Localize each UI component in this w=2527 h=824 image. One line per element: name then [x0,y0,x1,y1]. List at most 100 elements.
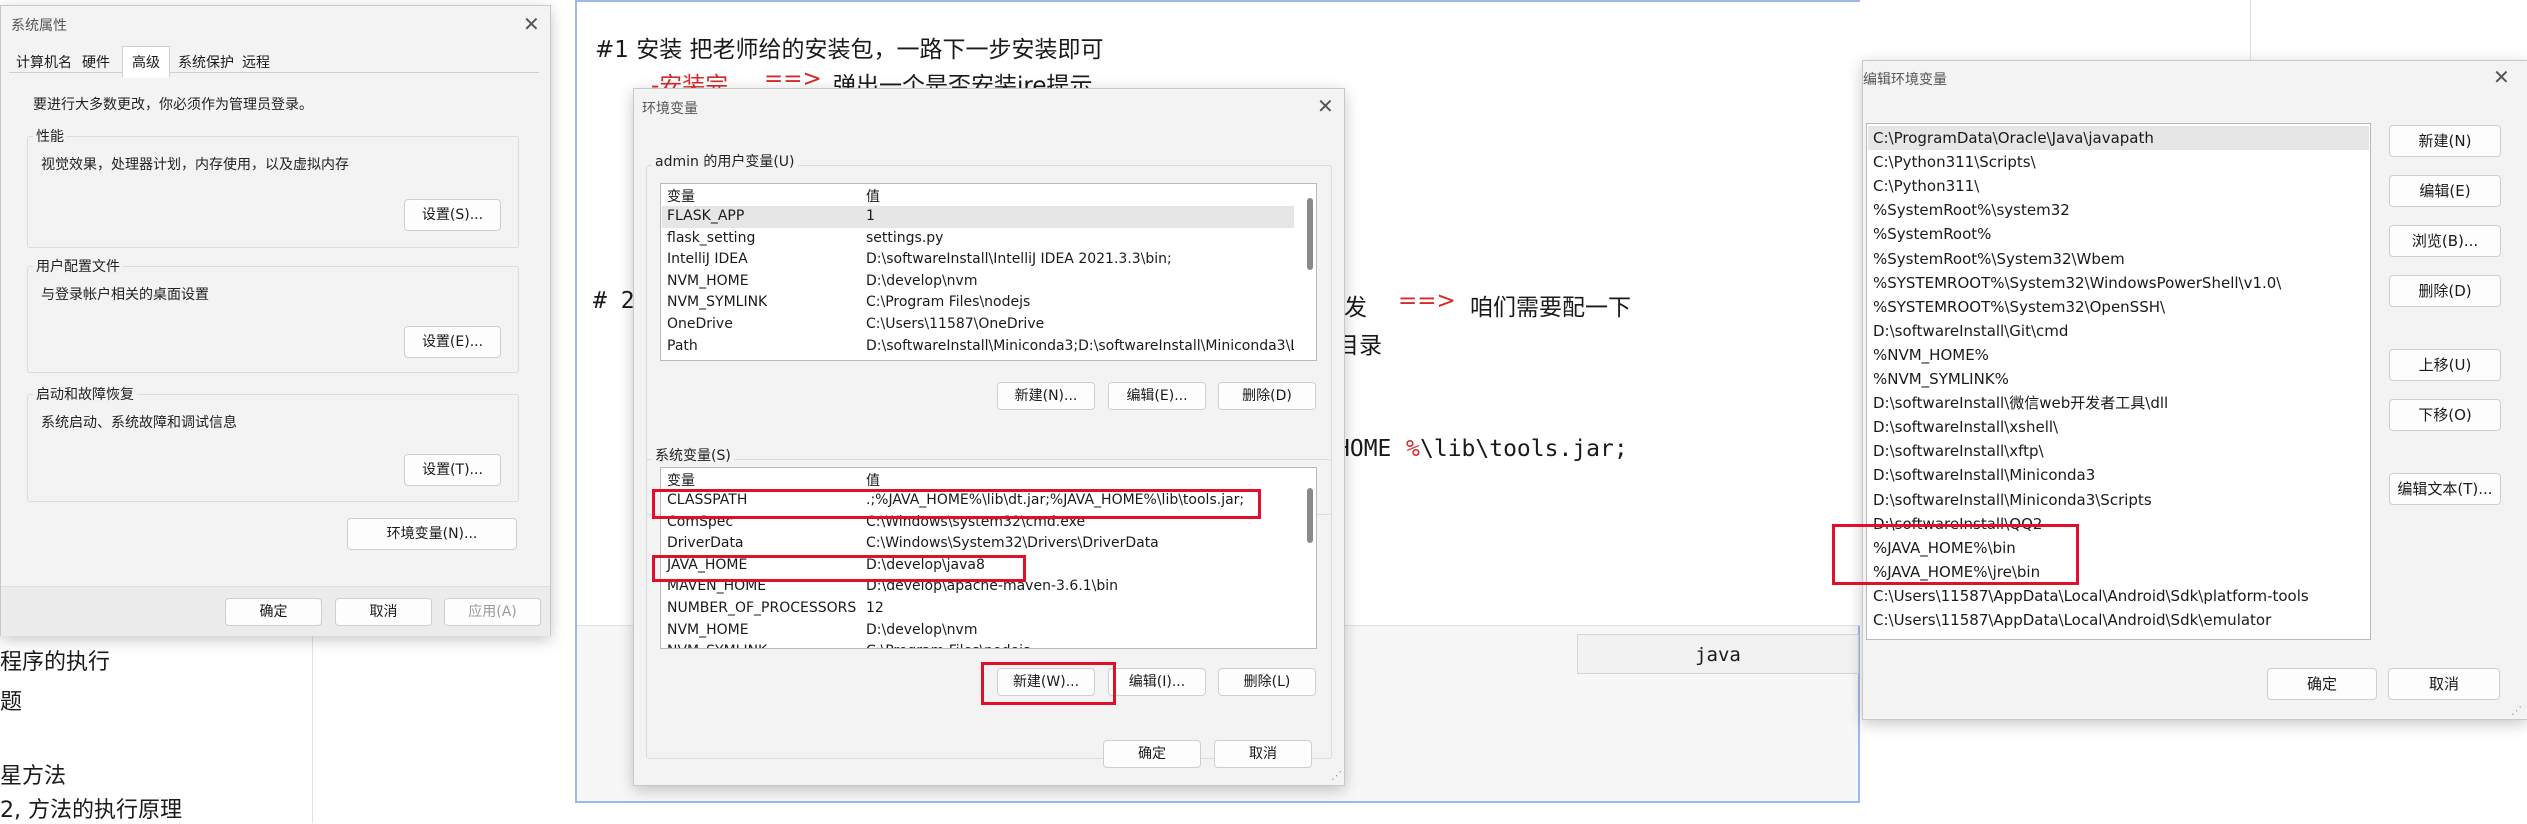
user-list-scrollbar[interactable] [1307,198,1313,270]
variable-name: NUMBER_OF_PROCESSORS [667,600,857,616]
table-row[interactable]: DriverData C:\Windows\System32\Drivers\Dr… [661,533,1294,555]
list-item[interactable]: C:\Python311\Scripts\ [1873,150,2036,174]
variable-name: NVM_HOME [667,272,749,289]
table-row[interactable]: NVM_SYMLINK C:\Program Files\nodejs [661,292,1294,314]
delete-button[interactable]: 删除(D) [2389,275,2501,307]
variable-value: C:\Windows\System32\Drivers\DriverData [866,535,1159,552]
list-item[interactable]: D:\softwareInstall\Miniconda3 [1873,463,2095,487]
user-new-button[interactable]: 新建(N)... [997,382,1095,410]
variable-value: D:\softwareInstall\PyCharm Community 202… [866,357,1240,360]
table-row[interactable]: IntelliJ IDEA D:\softwareInstall\IntelliJ… [661,249,1294,271]
cancel-button[interactable]: 取消 [1214,740,1312,768]
list-item[interactable]: C:\Python311\ [1873,174,1979,198]
table-row[interactable]: OneDrive C:\Users\11587\OneDrive [661,314,1294,336]
table-row[interactable]: PyCharm Community EditionD:\softwareInst… [661,357,1294,360]
browse-button[interactable]: 浏览(B)... [2389,225,2501,257]
system-properties-dialog: 系统属性 ✕ 计算机名 硬件 高级 系统保护 远程 要进行大多数更改，你必须作为… [0,5,551,636]
close-icon[interactable]: ✕ [523,12,540,36]
table-row[interactable]: NUMBER_OF_PROCESSORS 12 [661,598,1294,620]
list-item[interactable]: %NVM_HOME% [1873,343,1989,367]
system-delete-button[interactable]: 删除(L) [1218,668,1316,696]
environment-variables-button[interactable]: 环境变量(N)... [347,518,517,550]
list-item[interactable]: %SYSTEMROOT%\System32\OpenSSH\ [1873,295,2165,319]
cancel-button[interactable]: 取消 [2388,668,2500,700]
list-item[interactable]: %SystemRoot%\system32 [1873,198,2070,222]
system-list-scrollbar[interactable] [1307,488,1313,543]
user-delete-button[interactable]: 删除(D) [1218,382,1316,410]
list-item[interactable]: D:\softwareInstall\Git\cmd [1873,319,2068,343]
variable-name: flask_setting [667,229,756,246]
edit-button[interactable]: 编辑(E) [2389,175,2501,207]
variable-value: 1 [866,208,875,224]
list-item[interactable]: %SystemRoot%\System32\Wbem [1873,247,2125,271]
java-tab[interactable]: java [1577,634,1859,674]
editor-frag-need: 咱们需要配一下 [1470,295,1631,321]
system-edit-button[interactable]: 编辑(I)... [1108,668,1206,696]
variable-value: D:\develop\nvm [866,621,978,638]
list-item[interactable]: C:\Users\11587\AppData\Local\Android\Sdk… [1873,584,2309,608]
ok-button[interactable]: 确定 [225,598,322,626]
user-profile-settings-button[interactable]: 设置(E)... [404,326,501,358]
startup-recovery-label: 启动和故障恢复 [33,384,137,404]
tab-system-protection[interactable]: 系统保护 [178,52,234,72]
user-edit-button[interactable]: 编辑(E)... [1108,382,1206,410]
close-icon[interactable]: ✕ [1317,94,1334,118]
variable-value: C:\Program Files\nodejs [866,294,1031,311]
sidebar-item[interactable]: 题 [0,684,22,716]
list-item[interactable]: D:\softwareInstall\Miniconda3\Scripts [1873,488,2152,512]
sidebar-item[interactable]: 程序的执行 [0,644,110,676]
resize-grip-icon[interactable]: ⋰ [1331,769,1342,782]
column-header-value[interactable]: 值 [866,186,880,206]
ok-button[interactable]: 确定 [2267,668,2377,700]
list-item[interactable]: %SystemRoot% [1873,222,1991,246]
startup-recovery-settings-button[interactable]: 设置(T)... [404,454,501,486]
performance-label: 性能 [33,126,67,146]
move-down-button[interactable]: 下移(O) [2389,399,2501,431]
performance-desc: 视觉效果，处理器计划，内存使用，以及虚拟内存 [41,157,349,173]
list-item[interactable]: D:\softwareInstall\xftp\ [1873,439,2044,463]
variable-value: settings.py [866,229,944,246]
variable-name: Path [667,337,698,354]
dialog-title: 系统属性 [11,18,67,34]
tab-bar: 计算机名 硬件 高级 系统保护 远程 [9,46,539,78]
new-button[interactable]: 新建(N) [2389,125,2501,157]
table-row[interactable]: NVM_HOME D:\develop\nvm [661,620,1294,642]
table-row[interactable]: NVM_SYMLINK C:\Program Files\nodejs [661,641,1294,648]
sidebar-divider [312,620,313,823]
variable-value: D:\softwareInstall\IntelliJ IDEA 2021.3.… [866,251,1172,268]
user-profile-desc: 与登录帐户相关的桌面设置 [41,287,209,303]
column-header-value[interactable]: 值 [866,470,880,490]
variable-name: IntelliJ IDEA [667,251,748,268]
performance-settings-button[interactable]: 设置(S)... [404,199,501,231]
apply-button[interactable]: 应用(A) [444,598,541,626]
tab-hardware[interactable]: 硬件 [82,52,110,72]
variable-name: PyCharm Community Edition [667,357,868,360]
list-item[interactable]: D:\softwareInstall\微信web开发者工具\dll [1873,391,2168,415]
sidebar-item[interactable]: 2, 方法的执行原理 [0,792,182,824]
edit-text-button[interactable]: 编辑文本(T)... [2389,473,2501,505]
resize-grip-icon[interactable]: ⋰ [2511,704,2522,717]
editor-frag-fa: 发 [1344,295,1367,321]
ok-button[interactable]: 确定 [1103,740,1201,768]
table-row[interactable]: Path D:\softwareInstall\Miniconda3;D:\sof… [661,336,1294,358]
user-variables-list[interactable]: 变量 值 FLASK_APP 1 flask_setting settings.py I… [660,183,1317,361]
close-icon[interactable]: ✕ [2493,65,2510,89]
move-up-button[interactable]: 上移(U) [2389,349,2501,381]
table-row[interactable]: FLASK_APP 1 [661,206,1294,228]
sidebar-item[interactable]: 星方法 [0,758,66,790]
cancel-button[interactable]: 取消 [335,598,432,626]
list-item[interactable]: C:\Users\11587\AppData\Local\Android\Sdk… [1873,608,2271,632]
user-list-header: 变量 值 [661,184,1316,206]
column-header-variable[interactable]: 变量 [667,470,695,490]
table-row[interactable]: flask_setting settings.py [661,228,1294,250]
startup-recovery-desc: 系统启动、系统故障和调试信息 [41,415,237,431]
tab-advanced[interactable]: 高级 [122,46,170,78]
list-item[interactable]: C:\ProgramData\Oracle\Java\javapath [1873,126,2154,150]
table-row[interactable]: NVM_HOME D:\develop\nvm [661,271,1294,293]
list-item[interactable]: %NVM_SYMLINK% [1873,367,2009,391]
tab-computer-name[interactable]: 计算机名 [16,52,72,72]
tab-remote[interactable]: 远程 [242,52,270,72]
list-item[interactable]: D:\softwareInstall\xshell\ [1873,415,2058,439]
list-item[interactable]: %SYSTEMROOT%\System32\WindowsPowerShell\… [1873,271,2281,295]
column-header-variable[interactable]: 变量 [667,186,695,206]
